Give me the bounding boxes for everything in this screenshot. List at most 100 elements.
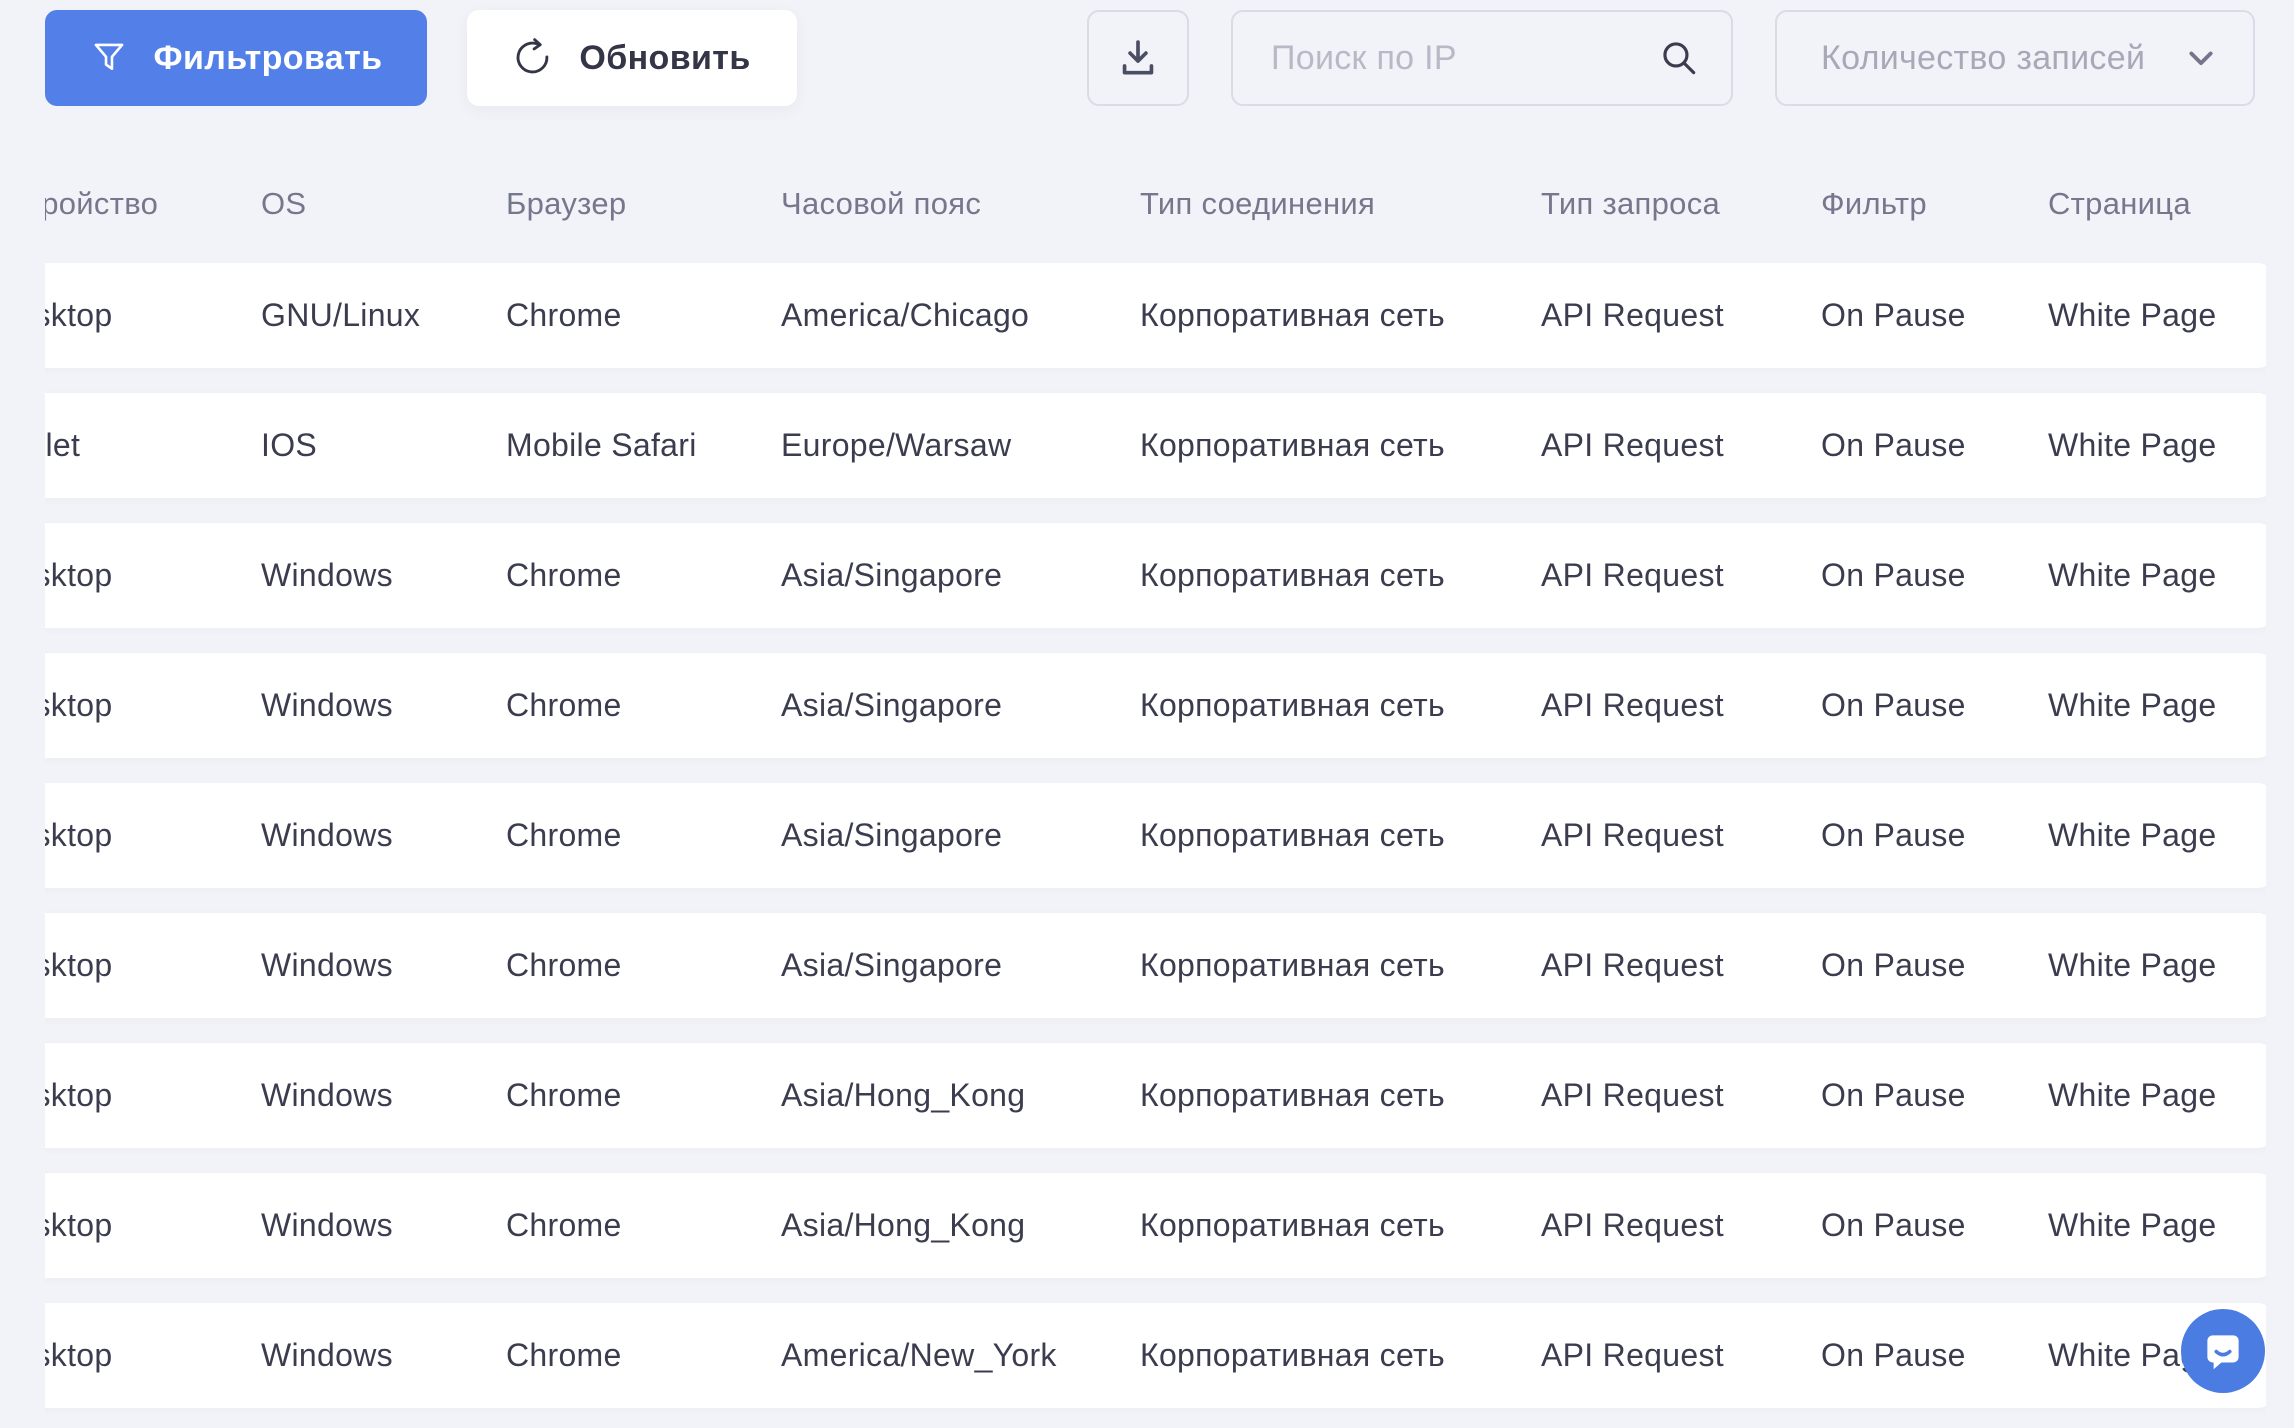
- table-cell-request: API Request: [1541, 297, 1724, 333]
- table-cell-request: API Request: [1541, 1207, 1724, 1243]
- chat-bubble-icon: [2198, 1326, 2248, 1376]
- table-cell-filter: On Pause: [1821, 947, 1966, 983]
- table-cell-os: Windows: [261, 687, 393, 723]
- chat-launcher-button[interactable]: [2181, 1309, 2265, 1393]
- table-cell-request: API Request: [1541, 427, 1724, 463]
- table-cell-filter: On Pause: [1821, 427, 1966, 463]
- table-row: Desktop GNU/Linux Chrome America/Chicago Кор…: [45, 263, 2266, 368]
- table-row: Desktop Windows Chrome Asia/Hong_Kong Корпор…: [45, 1043, 2266, 1148]
- records-table: Устройство OS Браузер Часовой пояс Тип соеди…: [45, 165, 2266, 1408]
- table-cell-device: Desktop: [45, 297, 113, 333]
- column-header-page: Страница: [2048, 186, 2191, 221]
- table-cell-os: Windows: [261, 947, 393, 983]
- table-cell-browser: Mobile Safari: [506, 427, 697, 463]
- table-cell-timezone: America/Chicago: [781, 297, 1030, 333]
- table-cell-connection: Корпоративная сеть: [1140, 1207, 1445, 1243]
- table-cell-connection: Корпоративная сеть: [1140, 297, 1445, 333]
- table-cell-request: API Request: [1541, 1077, 1724, 1113]
- table-row: Tablet IOS Mobile Safari Europe/Warsaw Корпо…: [45, 393, 2266, 498]
- table-cell-browser: Chrome: [506, 817, 622, 853]
- table-cell-page: White Page: [2048, 1077, 2217, 1113]
- table-cell-browser: Chrome: [506, 1207, 622, 1243]
- table-cell-page: White Page: [2048, 557, 2217, 593]
- table-cell-page: White Page: [2048, 297, 2217, 333]
- table-cell-browser: Chrome: [506, 557, 622, 593]
- search-box: [1231, 10, 1733, 106]
- table-cell-filter: On Pause: [1821, 557, 1966, 593]
- table-cell-device: Desktop: [45, 1207, 113, 1243]
- table-row: Desktop Windows Chrome Asia/Singapore Корпор…: [45, 913, 2266, 1018]
- table-cell-device: Desktop: [45, 1077, 113, 1113]
- toolbar-right-group: Количество записей: [1087, 10, 2255, 106]
- table-cell-timezone: Asia/Hong_Kong: [781, 1207, 1026, 1243]
- table-cell-device: Desktop: [45, 817, 113, 853]
- column-header-os: OS: [261, 186, 307, 221]
- table-cell-page: White Page: [2048, 1207, 2217, 1243]
- table-cell-filter: On Pause: [1821, 1207, 1966, 1243]
- table-cell-timezone: Asia/Singapore: [781, 947, 1003, 983]
- table-cell-page: White Page: [2048, 687, 2217, 723]
- table-cell-request: API Request: [1541, 1337, 1724, 1373]
- table-cell-connection: Корпоративная сеть: [1140, 687, 1445, 723]
- search-icon[interactable]: [1657, 36, 1701, 80]
- table-cell-timezone: Asia/Singapore: [781, 817, 1003, 853]
- column-header-connection: Тип соединения: [1140, 186, 1376, 221]
- column-header-timezone: Часовой пояс: [781, 186, 982, 221]
- table-cell-os: Windows: [261, 817, 393, 853]
- table-cell-browser: Chrome: [506, 297, 622, 333]
- chevron-down-icon: [2183, 40, 2219, 76]
- toolbar-left-group: Фильтровать Обновить: [45, 10, 797, 106]
- table-cell-connection: Корпоративная сеть: [1140, 557, 1445, 593]
- refresh-button[interactable]: Обновить: [467, 10, 797, 106]
- table-cell-request: API Request: [1541, 947, 1724, 983]
- filter-button[interactable]: Фильтровать: [45, 10, 427, 106]
- table-cell-device: Tablet: [45, 427, 81, 463]
- table-cell-connection: Корпоративная сеть: [1140, 947, 1445, 983]
- table-body: Desktop GNU/Linux Chrome America/Chicago Кор…: [45, 263, 2266, 1408]
- table-cell-os: Windows: [261, 1207, 393, 1243]
- table-header-row: Устройство OS Браузер Часовой пояс Тип соеди…: [45, 165, 2266, 243]
- table-cell-page: White Page: [2048, 817, 2217, 853]
- table-cell-os: IOS: [261, 427, 318, 463]
- funnel-icon: [90, 39, 128, 77]
- column-header-request: Тип запроса: [1541, 186, 1721, 221]
- table-cell-filter: On Pause: [1821, 687, 1966, 723]
- table-cell-page: White Page: [2048, 427, 2217, 463]
- table-cell-filter: On Pause: [1821, 1337, 1966, 1373]
- table-cell-device: Desktop: [45, 687, 113, 723]
- table-row: Desktop Windows Chrome Asia/Hong_Kong Корпор…: [45, 1173, 2266, 1278]
- table-cell-connection: Корпоративная сеть: [1140, 1337, 1445, 1373]
- table-cell-timezone: Asia/Hong_Kong: [781, 1077, 1026, 1113]
- table-cell-filter: On Pause: [1821, 817, 1966, 853]
- table-cell-timezone: Asia/Singapore: [781, 557, 1003, 593]
- table-cell-filter: On Pause: [1821, 1077, 1966, 1113]
- table-cell-filter: On Pause: [1821, 297, 1966, 333]
- table-cell-device: Desktop: [45, 947, 113, 983]
- table-cell-device: Desktop: [45, 1337, 113, 1373]
- table-cell-browser: Chrome: [506, 1077, 622, 1113]
- table-cell-request: API Request: [1541, 817, 1724, 853]
- table-cell-timezone: America/New_York: [781, 1337, 1057, 1373]
- records-count-select[interactable]: Количество записей: [1775, 10, 2255, 106]
- table-viewport: Устройство OS Браузер Часовой пояс Тип соеди…: [45, 165, 2266, 1428]
- table-cell-browser: Chrome: [506, 947, 622, 983]
- table-cell-request: API Request: [1541, 687, 1724, 723]
- table-cell-os: Windows: [261, 1077, 393, 1113]
- table-cell-timezone: Europe/Warsaw: [781, 427, 1012, 463]
- table-cell-os: Windows: [261, 557, 393, 593]
- search-input[interactable]: [1269, 37, 1657, 79]
- refresh-button-label: Обновить: [579, 38, 751, 77]
- table-cell-connection: Корпоративная сеть: [1140, 817, 1445, 853]
- table-row: Desktop Windows Chrome Asia/Singapore Корпор…: [45, 653, 2266, 758]
- filter-button-label: Фильтровать: [153, 38, 383, 77]
- refresh-icon: [513, 38, 553, 78]
- table-cell-os: Windows: [261, 1337, 393, 1373]
- table-row: Desktop Windows Chrome Asia/Singapore Корпор…: [45, 783, 2266, 888]
- table-cell-device: Desktop: [45, 557, 113, 593]
- table-cell-connection: Корпоративная сеть: [1140, 1077, 1445, 1113]
- table-cell-timezone: Asia/Singapore: [781, 687, 1003, 723]
- table-cell-browser: Chrome: [506, 687, 622, 723]
- table-row: Desktop Windows Chrome Asia/Singapore Корпор…: [45, 523, 2266, 628]
- download-button[interactable]: [1087, 10, 1189, 106]
- toolbar: Фильтровать Обновить Поиск по IP Количес…: [45, 10, 2255, 106]
